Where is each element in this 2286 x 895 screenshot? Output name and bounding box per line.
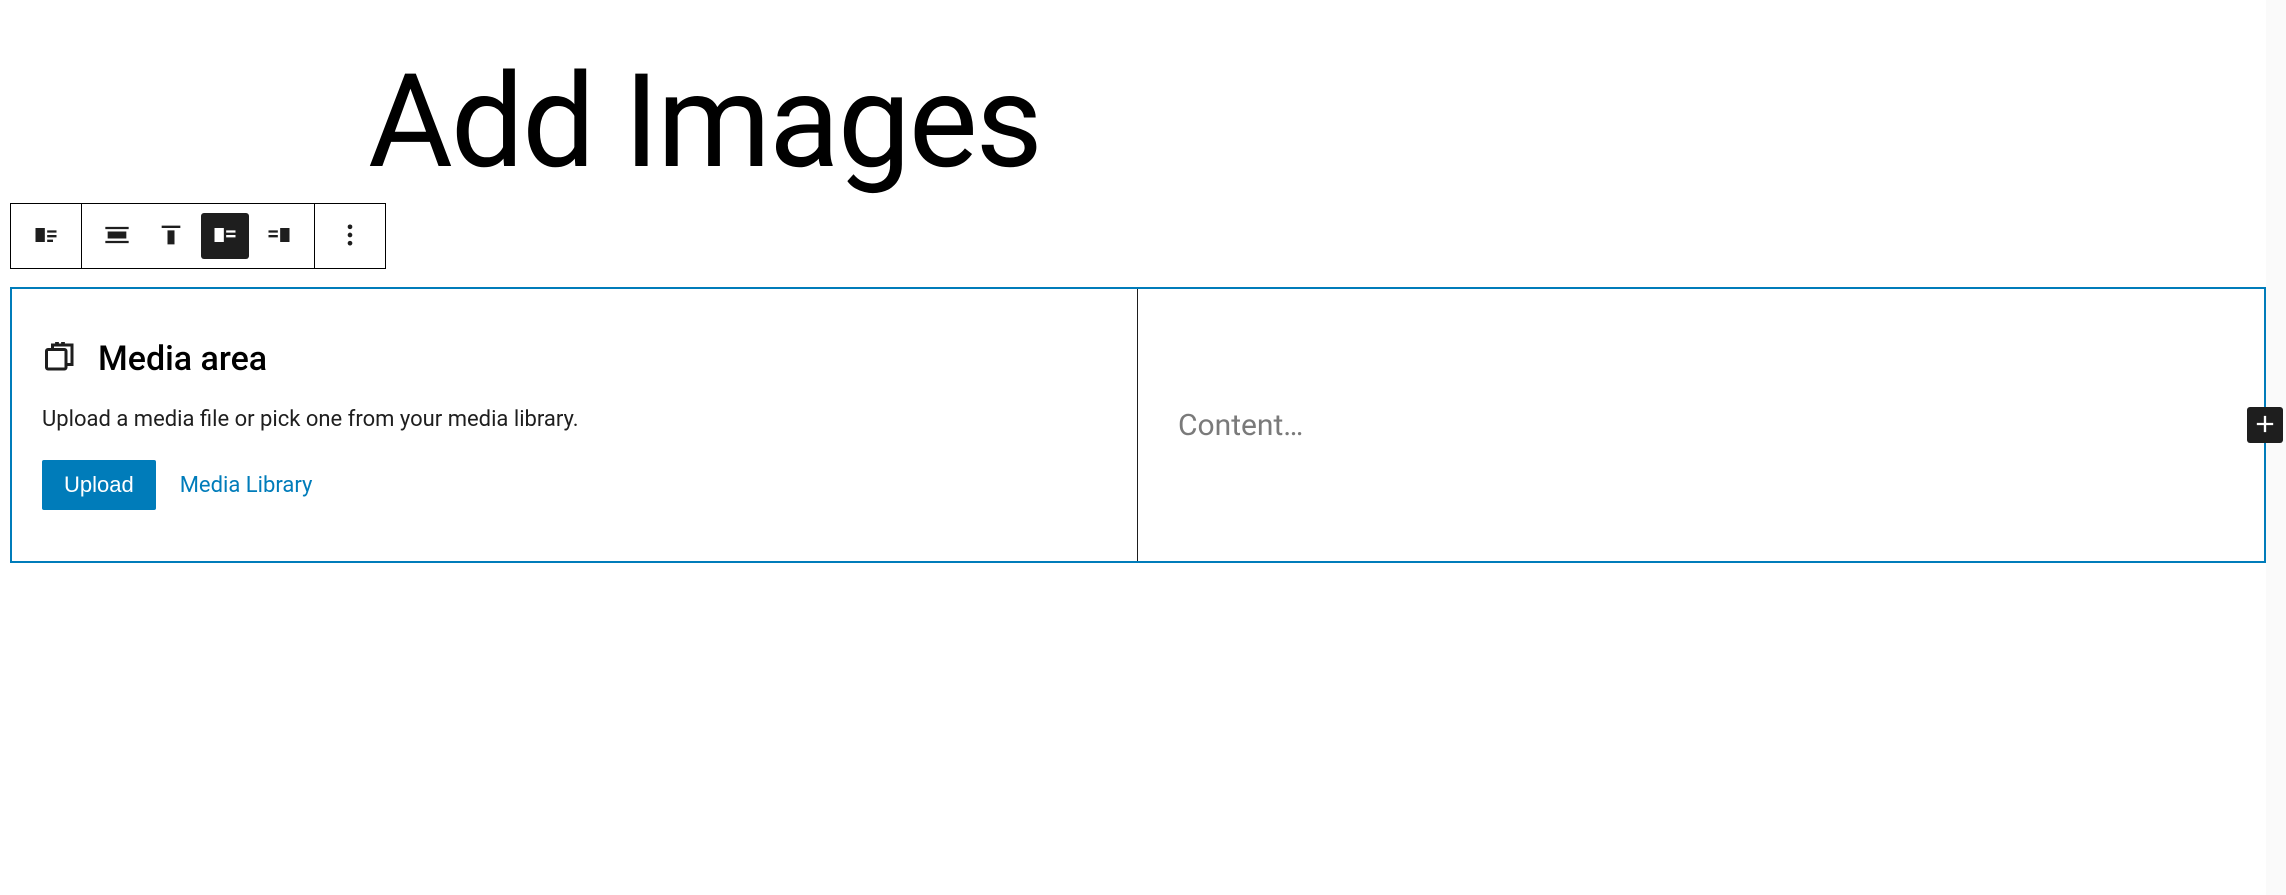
- toolbar-group-more: [314, 204, 385, 268]
- media-left-button[interactable]: [201, 213, 249, 259]
- more-options-button[interactable]: [326, 213, 374, 259]
- media-right-button[interactable]: [255, 213, 303, 259]
- media-area-description: Upload a media file or pick one from you…: [42, 407, 1107, 432]
- more-options-icon: [336, 221, 364, 252]
- media-text-icon: [32, 221, 60, 252]
- page-title[interactable]: Add Images: [368, 50, 2276, 193]
- media-area-actions: Upload Media Library: [42, 460, 1107, 510]
- media-left-icon: [211, 221, 239, 252]
- align-wide-icon: [103, 221, 131, 252]
- media-area-panel: Media area Upload a media file or pick o…: [12, 289, 1138, 561]
- content-placeholder: Content…: [1178, 408, 1303, 443]
- align-top-icon: [157, 221, 185, 252]
- media-right-icon: [265, 221, 293, 252]
- content-panel[interactable]: Content…: [1138, 289, 2264, 561]
- toolbar-group-alignment: [81, 204, 314, 268]
- block-toolbar: [10, 203, 386, 269]
- plus-icon: [2251, 410, 2279, 441]
- scrollbar-track[interactable]: [2266, 0, 2286, 895]
- align-wide-button[interactable]: [93, 213, 141, 259]
- block-type-button[interactable]: [22, 213, 70, 259]
- media-area-icon: [42, 339, 78, 379]
- media-area-header: Media area: [42, 339, 1107, 379]
- media-library-link[interactable]: Media Library: [180, 473, 313, 498]
- media-area-title: Media area: [98, 339, 267, 379]
- toolbar-group-block-type: [11, 204, 81, 268]
- media-text-block[interactable]: Media area Upload a media file or pick o…: [10, 287, 2266, 563]
- add-block-button[interactable]: [2247, 407, 2283, 443]
- upload-button[interactable]: Upload: [42, 460, 156, 510]
- vertical-align-top-button[interactable]: [147, 213, 195, 259]
